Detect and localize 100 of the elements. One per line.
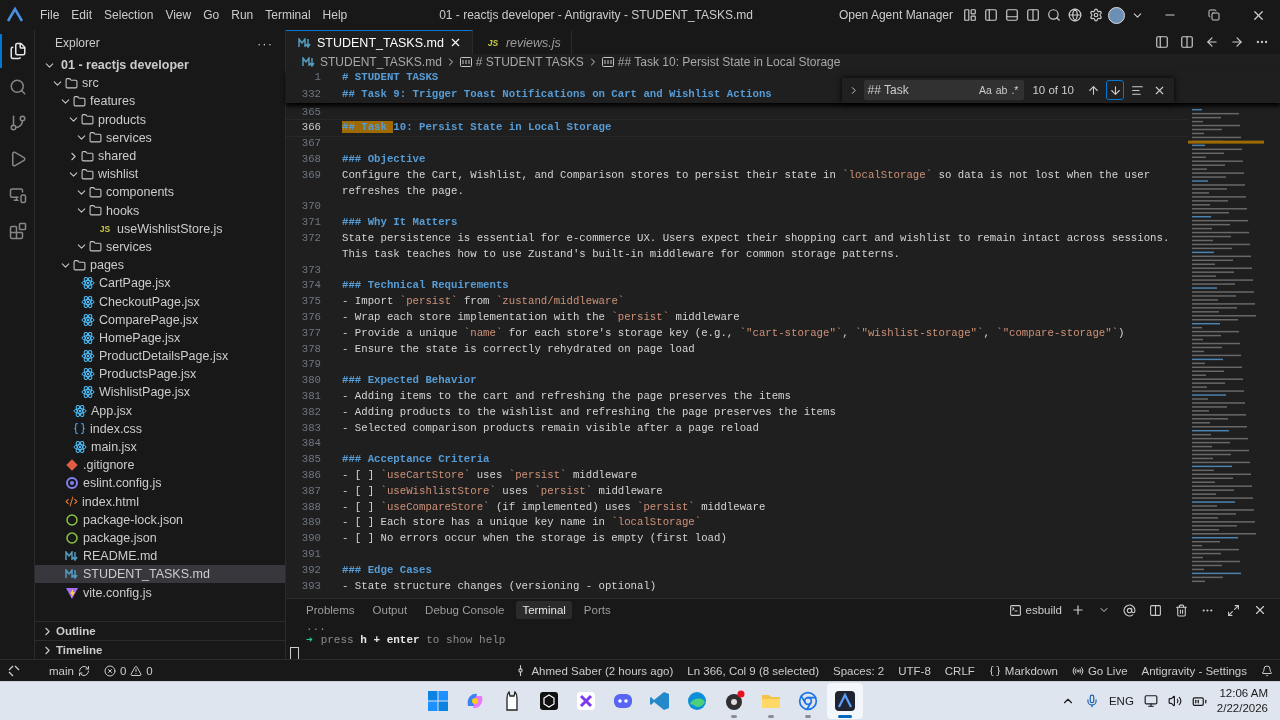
status-item[interactable]: Ln 366, Col 9 (8 selected)	[680, 660, 827, 681]
tree-item[interactable]: src	[35, 74, 285, 93]
tree-item[interactable]: wishlist	[35, 165, 285, 184]
tree-item[interactable]: index.css	[35, 419, 285, 438]
more-button[interactable]: ···	[257, 35, 273, 51]
cube-icon	[538, 690, 560, 712]
line-number: 381	[300, 388, 321, 404]
symbol-icon	[459, 57, 472, 67]
language-indicator[interactable]: ENG	[1108, 695, 1134, 707]
taskbar-button[interactable]	[827, 683, 863, 719]
text-line: - [ ] Each store has a unique key name in `localStorage`	[342, 515, 702, 531]
line-number: 332	[300, 86, 321, 102]
status-item[interactable]: UTF-8	[891, 660, 938, 681]
status-item[interactable]: Go Live	[1064, 660, 1135, 681]
line-number: 380	[300, 373, 321, 389]
panel-tab[interactable]: Debug Console	[419, 601, 511, 619]
tree-item[interactable]: index.html	[35, 492, 285, 511]
tree-item[interactable]: shared	[35, 146, 285, 166]
tree-item[interactable]: features	[35, 92, 285, 111]
tree-item[interactable]: JS useWishlistStore.js	[35, 219, 285, 238]
tree-item[interactable]: .gitignore	[35, 456, 285, 475]
section-header[interactable]: Outline	[35, 621, 285, 640]
code-icon	[65, 495, 78, 509]
tree-item[interactable]: ProductDetailsPage.jsx	[35, 347, 285, 366]
agent-manager-button[interactable]: Open Agent Manager	[838, 8, 953, 22]
line-number: 378	[300, 341, 321, 357]
menu-item[interactable]: Go	[197, 4, 226, 26]
tree-item[interactable]: eslint.config.js	[35, 474, 285, 493]
menu-item[interactable]: View	[159, 4, 198, 26]
ring-icon	[65, 476, 79, 491]
microphone-icon[interactable]	[1084, 694, 1099, 708]
branch-icon	[9, 114, 27, 132]
menu-item[interactable]: Run	[225, 4, 260, 26]
tree-item[interactable]: package.json	[35, 528, 285, 548]
panel-tab[interactable]: Problems	[300, 601, 361, 619]
line-number: 383	[300, 420, 321, 436]
tree-item[interactable]: App.jsx	[35, 401, 285, 420]
find-field[interactable]: ## Task Aa ab .*	[863, 80, 1025, 101]
heading-line: ### Technical Requirements	[342, 278, 509, 294]
line-number: 390	[300, 531, 321, 547]
menu-item[interactable]: Terminal	[259, 4, 317, 26]
speaker-icon[interactable]	[1167, 694, 1182, 708]
tree-item[interactable]: CartPage.jsx	[35, 274, 285, 293]
markdown-icon	[298, 37, 312, 48]
tree-item[interactable]: services	[35, 237, 285, 257]
tree-item[interactable]: README.md	[35, 547, 285, 566]
atom-icon	[81, 367, 95, 382]
tree-item[interactable]: pages	[35, 256, 285, 275]
problems-button[interactable]: 0 0	[96, 660, 160, 681]
tree-item[interactable]: vite.config.js	[35, 583, 285, 602]
find-option-toggle[interactable]: .*	[1009, 84, 1021, 97]
menu-item[interactable]: File	[34, 4, 66, 26]
arrow-up-icon	[1086, 83, 1100, 97]
search-icon	[1046, 8, 1061, 22]
record-icon	[723, 690, 745, 712]
find-option-toggle[interactable]: Aa	[976, 84, 994, 97]
panel-tab[interactable]: Output	[366, 601, 414, 619]
tree-item[interactable]: products	[35, 110, 285, 129]
tree-item[interactable]: ProductsPage.jsx	[35, 365, 285, 384]
remote-icon	[7, 663, 21, 678]
blocks-icon	[9, 222, 27, 240]
circle-icon	[65, 530, 79, 545]
status-item[interactable]: Spaces: 2	[826, 660, 892, 681]
tree-item[interactable]: services	[35, 128, 285, 147]
panel-tab[interactable]: Terminal	[516, 601, 572, 619]
breadcrumb-item[interactable]: STUDENT_TASKS.md	[302, 55, 442, 69]
tree-item[interactable]: ComparePage.jsx	[35, 310, 285, 329]
status-item[interactable]: Ahmed Saber (2 hours ago)	[507, 660, 681, 681]
panel-tab[interactable]: Ports	[577, 601, 617, 619]
status-item[interactable]: Markdown	[981, 660, 1065, 681]
status-item[interactable]: Antigravity - Settings	[1134, 660, 1254, 681]
tree-item[interactable]: package-lock.json	[35, 510, 285, 529]
markdown-icon	[302, 57, 316, 67]
branch-button[interactable]: main	[42, 660, 97, 681]
network-icon[interactable]	[1143, 694, 1158, 708]
clock[interactable]: 12:06 AM 2/22/2026	[1216, 686, 1268, 716]
tree-item[interactable]: 01 - reactjs developer	[35, 56, 285, 75]
tree-item[interactable]: CheckoutPage.jsx	[35, 292, 285, 311]
status-item[interactable]: CRLF	[937, 660, 982, 681]
menu-item[interactable]: Edit	[65, 4, 99, 26]
breadcrumb-item[interactable]: ## Task 10: Persist State in Local Storage	[601, 55, 841, 69]
atom-icon	[73, 440, 87, 455]
sticky-heading: ## Task 9: Trigger Toast Notifications on Cart and Wishlist Actions	[342, 86, 772, 102]
sticky-heading: # STUDENT TASKS	[342, 70, 439, 85]
next-match-button[interactable]	[1106, 80, 1124, 101]
breadcrumb-item[interactable]: # STUDENT TASKS	[459, 55, 584, 69]
tree-item[interactable]: STUDENT_TASKS.md	[35, 565, 285, 584]
find-option-toggle[interactable]: ab	[993, 84, 1010, 97]
editor-tab[interactable]: STUDENT_TASKS.md	[286, 30, 473, 54]
tree-item[interactable]: hooks	[35, 201, 285, 220]
tree-item[interactable]: HomePage.jsx	[35, 328, 285, 347]
layout-icon	[962, 8, 977, 22]
menu-item[interactable]: Help	[316, 4, 354, 26]
tree-item[interactable]: WishlistPage.jsx	[35, 383, 285, 402]
menu-item[interactable]: Selection	[98, 4, 160, 26]
columns-icon	[1179, 35, 1194, 49]
terminal-selector[interactable]: esbuild	[1008, 603, 1062, 617]
folder-icon	[73, 94, 86, 108]
tree-item[interactable]: main.jsx	[35, 437, 285, 457]
tree-item[interactable]: components	[35, 183, 285, 202]
